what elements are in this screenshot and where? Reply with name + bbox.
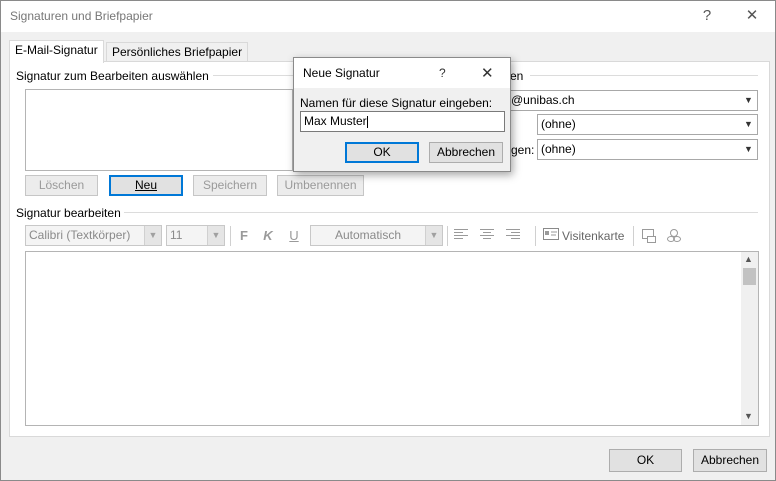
tab-personal-stationery[interactable]: Persönliches Briefpapier <box>106 42 249 63</box>
toolbar-separator <box>447 226 448 246</box>
chevron-down-icon: ▼ <box>425 226 442 245</box>
font-color-dropdown[interactable]: Automatisch ▼ <box>310 225 443 246</box>
tab-email-signature-label: E-Mail-Signatur <box>15 43 98 57</box>
dialog-prompt: Namen für diese Signatur eingeben: <box>300 96 493 110</box>
replies-dropdown[interactable]: (ohne) ▼ <box>537 139 758 160</box>
new-button-label: Neu <box>134 178 157 192</box>
window-title: Signaturen und Briefpapier <box>10 9 153 23</box>
dialog-titlebar: Neue Signatur ? ✕ <box>294 58 510 88</box>
default-group-label-tail: en <box>510 69 528 83</box>
dialog-title: Neue Signatur <box>303 66 380 80</box>
font-size-dropdown[interactable]: 11 ▼ <box>166 225 225 246</box>
save-button[interactable]: Speichern <box>193 175 267 196</box>
rename-button[interactable]: Umbenennen <box>277 175 364 196</box>
replies-label-tail: gen: <box>511 143 535 157</box>
group-divider <box>124 212 758 213</box>
toolbar-separator <box>535 226 536 246</box>
group-divider <box>530 75 758 76</box>
dialog-cancel-button[interactable]: Abbrechen <box>429 142 503 163</box>
group-divider <box>208 75 293 76</box>
signature-name-input[interactable]: Max Muster <box>300 111 505 132</box>
business-card-icon <box>542 228 560 244</box>
bold-icon[interactable]: F <box>237 228 251 244</box>
signature-name-value: Max Muster <box>304 114 367 128</box>
insert-picture-icon[interactable] <box>640 228 657 244</box>
font-color-value: Automatisch <box>334 228 402 242</box>
edit-signature-label: Signatur bearbeiten <box>16 206 125 220</box>
new-signature-dialog: Neue Signatur ? ✕ Namen für diese Signat… <box>293 57 511 172</box>
new-messages-value: (ohne) <box>541 117 576 131</box>
editor-scrollbar[interactable]: ▲ ▼ <box>741 252 758 425</box>
new-button[interactable]: Neu <box>109 175 183 196</box>
scroll-down-icon[interactable]: ▼ <box>744 411 753 421</box>
business-card-button[interactable]: Visitenkarte <box>562 229 624 243</box>
delete-button[interactable]: Löschen <box>25 175 98 196</box>
chevron-down-icon: ▼ <box>744 95 753 105</box>
italic-icon[interactable]: K <box>261 228 275 244</box>
chevron-down-icon: ▼ <box>207 226 224 245</box>
toolbar-separator <box>230 226 231 246</box>
toolbar-separator <box>633 226 634 246</box>
font-value: Calibri (Textkörper) <box>29 228 131 242</box>
help-icon[interactable]: ? <box>693 4 721 28</box>
signature-list[interactable] <box>25 89 293 171</box>
text-cursor <box>366 115 368 128</box>
replies-value: (ohne) <box>541 142 576 156</box>
align-center-icon[interactable] <box>479 228 495 244</box>
font-size-value: 11 <box>170 228 183 242</box>
email-account-dropdown[interactable]: @unibas.ch ▼ <box>508 90 758 111</box>
dialog-ok-button[interactable]: OK <box>345 142 419 163</box>
align-left-icon[interactable] <box>453 228 469 244</box>
tab-email-signature[interactable]: E-Mail-Signatur <box>9 40 104 63</box>
ok-button[interactable]: OK <box>609 449 682 472</box>
new-messages-dropdown[interactable]: (ohne) ▼ <box>537 114 758 135</box>
scrollbar-thumb[interactable] <box>743 268 756 285</box>
chevron-down-icon: ▼ <box>744 119 753 129</box>
chevron-down-icon: ▼ <box>744 144 753 154</box>
close-icon[interactable]: ✕ <box>738 4 766 28</box>
chevron-down-icon: ▼ <box>144 226 161 245</box>
align-right-icon[interactable] <box>505 228 521 244</box>
tab-personal-stationery-label: Persönliches Briefpapier <box>112 45 243 59</box>
underline-icon[interactable]: U <box>287 228 301 244</box>
select-signature-label: Signatur zum Bearbeiten auswählen <box>16 69 213 83</box>
signature-editor[interactable] <box>25 251 759 426</box>
scroll-up-icon[interactable]: ▲ <box>744 254 753 264</box>
cancel-button[interactable]: Abbrechen <box>693 449 767 472</box>
dialog-close-icon[interactable]: ✕ <box>481 64 494 82</box>
window-titlebar: Signaturen und Briefpapier ? ✕ <box>1 1 775 32</box>
font-dropdown[interactable]: Calibri (Textkörper) ▼ <box>25 225 162 246</box>
email-account-value: @unibas.ch <box>511 93 575 107</box>
dialog-help-icon[interactable]: ? <box>439 66 446 80</box>
hyperlink-icon[interactable] <box>665 228 682 244</box>
